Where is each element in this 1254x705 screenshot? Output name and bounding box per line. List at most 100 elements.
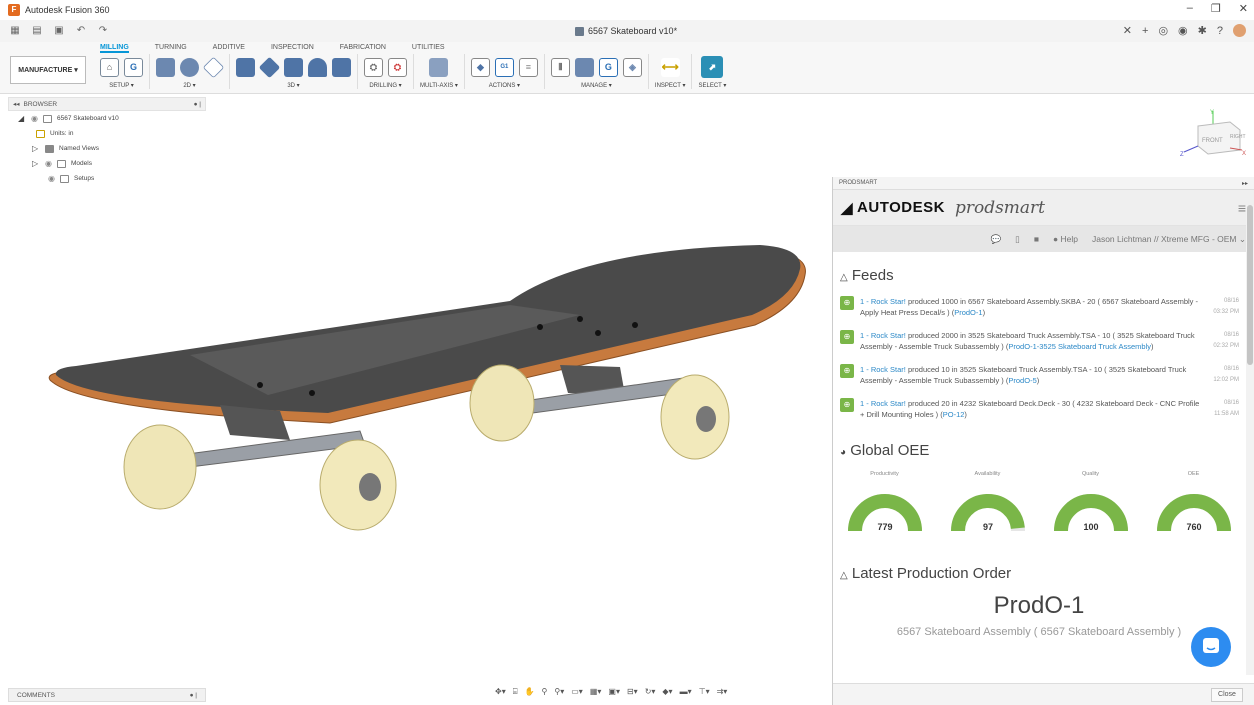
- undo-icon[interactable]: ↶: [74, 25, 88, 37]
- chat-icon[interactable]: 💬: [991, 234, 1002, 245]
- rotate-view-icon[interactable]: ↻▾: [645, 687, 656, 697]
- document-tab[interactable]: 6567 Skateboard v10*: [575, 26, 677, 36]
- hamburger-menu-icon[interactable]: ≡: [1238, 200, 1246, 216]
- maximize-button[interactable]: ❐: [1211, 2, 1221, 15]
- feed-user-link[interactable]: 1 - Rock Star!: [860, 297, 906, 306]
- orbit-icon[interactable]: ✥▾: [495, 687, 506, 697]
- file-menu-icon[interactable]: ▤: [30, 25, 44, 37]
- camera-icon[interactable]: ⊟▾: [627, 687, 638, 697]
- post-process-icon[interactable]: G1: [494, 57, 514, 77]
- contour-icon[interactable]: [332, 57, 351, 77]
- tab-additive[interactable]: ADDITIVE: [213, 42, 245, 53]
- swarf-icon[interactable]: [429, 57, 449, 77]
- job-status-icon[interactable]: ◎: [1158, 24, 1168, 37]
- visibility-eye-icon[interactable]: ◉: [48, 174, 55, 183]
- display-settings-icon[interactable]: ▭▾: [571, 687, 583, 697]
- browser-header[interactable]: ◂◂ BROWSER ● |: [8, 97, 206, 111]
- online-status-icon[interactable]: ◉: [1178, 24, 1188, 37]
- tool-library-icon[interactable]: ⫴: [550, 57, 570, 77]
- 2d-pocket-icon[interactable]: [180, 57, 199, 77]
- browser-pin-icon[interactable]: ● |: [194, 101, 201, 108]
- browser-node-models[interactable]: ▷ ◉ Models: [8, 156, 206, 171]
- fit-icon[interactable]: ⚲▾: [554, 687, 564, 697]
- skateboard-model[interactable]: [40, 235, 830, 535]
- comments-pin-icon[interactable]: ● |: [190, 692, 197, 699]
- zoom-icon[interactable]: ⚲: [542, 687, 548, 697]
- visibility-eye-icon[interactable]: ◉: [31, 114, 38, 123]
- tab-inspection[interactable]: INSPECTION: [271, 42, 314, 53]
- post-library-icon[interactable]: G: [598, 57, 618, 77]
- stock-display-icon[interactable]: ▬▾: [680, 687, 692, 697]
- tab-milling[interactable]: MILLING: [100, 42, 129, 53]
- group-drilling-label[interactable]: DRILLING ▾: [369, 82, 401, 89]
- toolpath-display-icon[interactable]: ◆▾: [662, 687, 672, 697]
- grid-settings-icon[interactable]: ▦▾: [590, 687, 602, 697]
- 2d-adaptive-icon[interactable]: [156, 57, 175, 77]
- tab-fabrication[interactable]: FABRICATION: [340, 42, 386, 53]
- close-button[interactable]: Close: [1211, 688, 1243, 702]
- expand-icon[interactable]: ▷: [32, 159, 40, 168]
- group-2d-label[interactable]: 2D ▾: [183, 82, 195, 89]
- panel-expand-icon[interactable]: ▸▸: [1242, 180, 1248, 187]
- select-icon[interactable]: ⬈: [701, 56, 724, 78]
- new-tab-icon[interactable]: +: [1142, 25, 1148, 37]
- pan-icon[interactable]: ✋: [525, 687, 535, 697]
- setup-icon[interactable]: ⌂: [100, 57, 119, 77]
- measure-icon[interactable]: ⟷: [660, 57, 680, 77]
- group-inspect-label[interactable]: INSPECT ▾: [655, 82, 686, 89]
- feed-order-link[interactable]: ProdO-5: [1008, 376, 1036, 385]
- viewcube[interactable]: Y FRONT RIGHT Z X: [1178, 108, 1248, 164]
- group-manage-label[interactable]: MANAGE ▾: [581, 82, 612, 89]
- group-actions-label[interactable]: ACTIONS ▾: [489, 82, 520, 89]
- expand-icon[interactable]: ◢: [18, 114, 26, 123]
- simulate-icon[interactable]: ◆: [470, 57, 490, 77]
- group-select-label[interactable]: SELECT ▾: [698, 82, 726, 89]
- visibility-eye-icon[interactable]: ◉: [45, 159, 52, 168]
- minimize-button[interactable]: –: [1187, 2, 1193, 15]
- workspace-switcher[interactable]: MANUFACTURE ▾: [10, 56, 86, 84]
- steep-shallow-icon[interactable]: [284, 57, 303, 77]
- avatar[interactable]: [1233, 24, 1246, 37]
- g-code-icon[interactable]: G: [124, 57, 143, 77]
- close-window-button[interactable]: ✕: [1239, 2, 1248, 15]
- panel-scrollbar[interactable]: [1246, 205, 1254, 675]
- tab-utilities[interactable]: UTILITIES: [412, 42, 445, 53]
- feed-item[interactable]: ⊕ 1 - Rock Star! produced 2000 in 3525 S…: [840, 330, 1239, 352]
- feed-item[interactable]: ⊕ 1 - Rock Star! produced 20 in 4232 Ska…: [840, 398, 1239, 420]
- chat-launcher-button[interactable]: [1191, 627, 1231, 667]
- 3d-adaptive-icon[interactable]: [236, 57, 255, 77]
- feed-user-link[interactable]: 1 - Rock Star!: [860, 365, 906, 374]
- look-at-icon[interactable]: ⌸: [513, 687, 518, 697]
- feed-item[interactable]: ⊕ 1 - Rock Star! produced 10 in 3525 Ska…: [840, 364, 1239, 386]
- simulation-display-icon[interactable]: ⇉▾: [717, 687, 728, 697]
- notifications-icon[interactable]: ✱: [1198, 24, 1207, 37]
- panel-content[interactable]: △ Feeds ⊕ 1 - Rock Star! produced 1000 i…: [833, 252, 1245, 682]
- viewports-icon[interactable]: ▣▾: [608, 687, 620, 697]
- bookmark-icon[interactable]: ■: [1034, 234, 1039, 244]
- latest-order-id[interactable]: ProdO-1: [833, 592, 1245, 620]
- hole-recognition-icon[interactable]: ⛭: [388, 57, 407, 77]
- tool-display-icon[interactable]: ⊤▾: [699, 687, 710, 697]
- tablet-icon[interactable]: ▯: [1015, 234, 1020, 245]
- scallop-icon[interactable]: [308, 57, 327, 77]
- setup-sheet-icon[interactable]: ≡: [518, 57, 538, 77]
- machine-library-icon[interactable]: [574, 57, 594, 77]
- group-multi-axis-label[interactable]: MULTI-AXIS ▾: [420, 82, 458, 89]
- feed-order-link[interactable]: ProdO-1: [954, 308, 982, 317]
- expand-icon[interactable]: ▷: [32, 144, 40, 153]
- feed-user-link[interactable]: 1 - Rock Star!: [860, 399, 906, 408]
- close-tab-icon[interactable]: ✕: [1123, 24, 1132, 37]
- browser-node-units[interactable]: Units: in: [8, 126, 206, 141]
- browser-node-root[interactable]: ◢ ◉ 6567 Skateboard v10: [8, 111, 206, 126]
- feed-order-link[interactable]: ProdO-1-3525 Skateboard Truck Assembly: [1008, 342, 1151, 351]
- save-icon[interactable]: ▣: [52, 25, 66, 37]
- drill-icon[interactable]: ⛭: [364, 57, 383, 77]
- template-icon[interactable]: ◈: [622, 57, 642, 77]
- scrollbar-thumb[interactable]: [1247, 205, 1253, 365]
- tab-turning[interactable]: TURNING: [155, 42, 187, 53]
- user-menu[interactable]: Jason Lichtman // Xtreme MFG - OEM ⌄: [1092, 234, 1246, 245]
- help-link[interactable]: ● Help: [1053, 234, 1078, 244]
- group-3d-label[interactable]: 3D ▾: [287, 82, 299, 89]
- comments-bar[interactable]: COMMENTS ● |: [8, 688, 206, 702]
- feed-user-link[interactable]: 1 - Rock Star!: [860, 331, 906, 340]
